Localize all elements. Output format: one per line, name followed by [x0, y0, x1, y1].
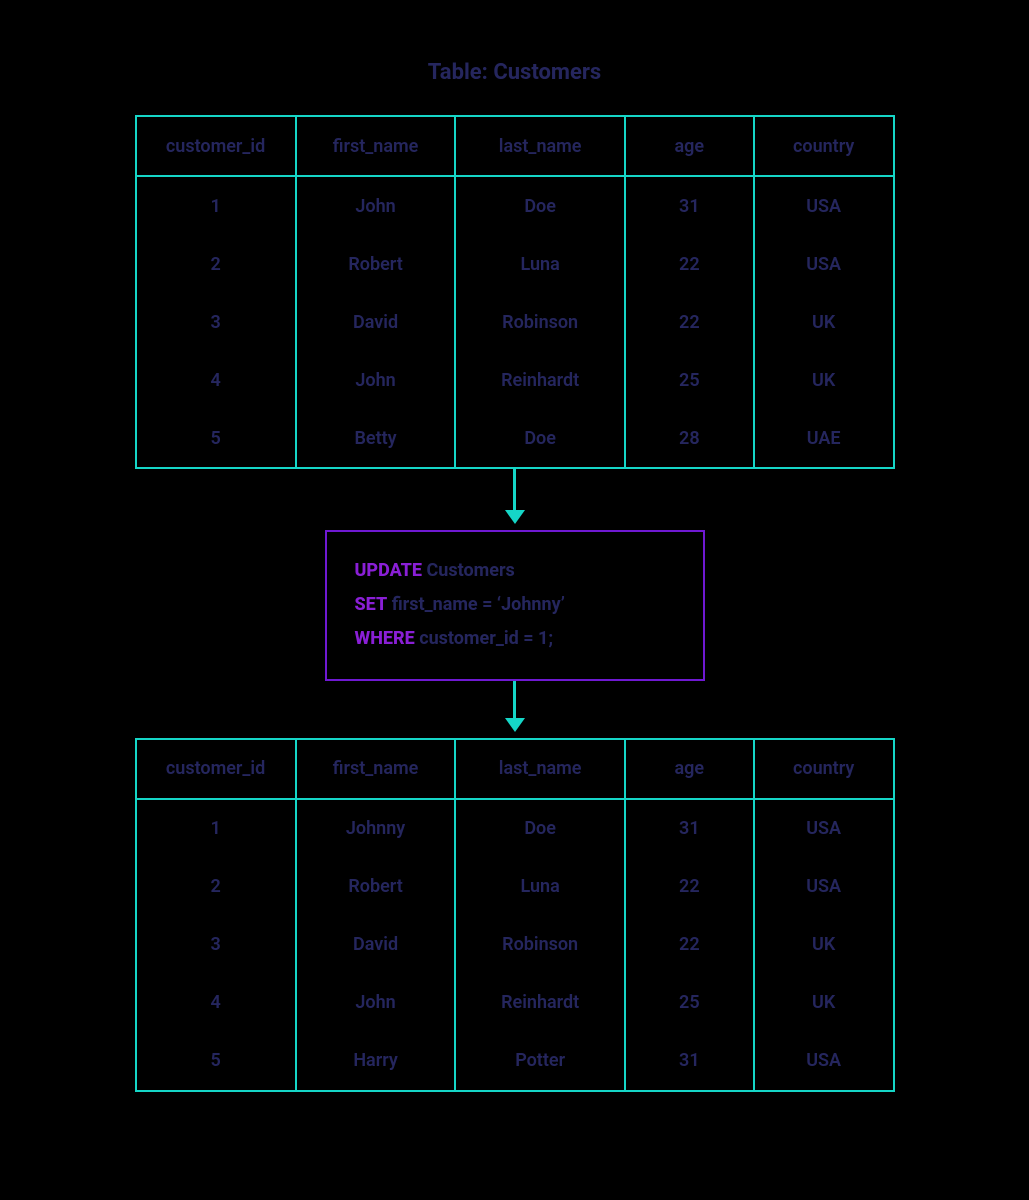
- cell-id: 1: [136, 799, 296, 858]
- sql-table-name: Customers: [427, 560, 515, 581]
- cell-age: 31: [625, 176, 754, 235]
- sql-set-expression: first_name = ‘Johnny’: [392, 594, 565, 615]
- col-country: country: [754, 739, 894, 799]
- cell-ln: Luna: [455, 235, 624, 293]
- cell-age: 22: [625, 235, 754, 293]
- arrow-down-icon: [505, 469, 525, 530]
- cell-ctry: UK: [754, 293, 894, 351]
- table-header-row: customer_id first_name last_name age cou…: [136, 116, 894, 176]
- cell-ln: Doe: [455, 176, 624, 235]
- col-customer-id: customer_id: [136, 116, 296, 176]
- arrow-down-icon: [505, 681, 525, 738]
- cell-ctry: UK: [754, 916, 894, 974]
- table-row: 1 Johnny Doe 31 USA: [136, 799, 894, 858]
- cell-ctry: USA: [754, 799, 894, 858]
- col-age: age: [625, 739, 754, 799]
- table-row: 4 John Reinhardt 25 UK: [136, 351, 894, 409]
- cell-fn: Harry: [296, 1032, 456, 1091]
- cell-ln: Robinson: [455, 293, 624, 351]
- col-last-name: last_name: [455, 739, 624, 799]
- col-first-name: first_name: [296, 739, 456, 799]
- cell-ctry: USA: [754, 858, 894, 916]
- table-row: 2 Robert Luna 22 USA: [136, 858, 894, 916]
- col-country: country: [754, 116, 894, 176]
- cell-age: 31: [625, 799, 754, 858]
- table-row: 4 John Reinhardt 25 UK: [136, 974, 894, 1032]
- cell-ln: Doe: [455, 409, 624, 468]
- cell-ctry: UK: [754, 351, 894, 409]
- cell-ln: Doe: [455, 799, 624, 858]
- table-header-row: customer_id first_name last_name age cou…: [136, 739, 894, 799]
- cell-age: 22: [625, 916, 754, 974]
- customers-table-after: customer_id first_name last_name age cou…: [135, 738, 895, 1092]
- cell-ctry: UAE: [754, 409, 894, 468]
- cell-fn: Johnny: [296, 799, 456, 858]
- table-title: Table: Customers: [428, 60, 601, 85]
- cell-fn: Robert: [296, 235, 456, 293]
- cell-id: 5: [136, 1032, 296, 1091]
- table-row: 2 Robert Luna 22 USA: [136, 235, 894, 293]
- col-first-name: first_name: [296, 116, 456, 176]
- sql-keyword-where: WHERE: [355, 628, 415, 649]
- col-customer-id: customer_id: [136, 739, 296, 799]
- table-row: 5 Betty Doe 28 UAE: [136, 409, 894, 468]
- cell-fn: David: [296, 293, 456, 351]
- cell-ln: Robinson: [455, 916, 624, 974]
- cell-id: 3: [136, 293, 296, 351]
- sql-keyword-update: UPDATE: [355, 560, 423, 581]
- cell-ctry: USA: [754, 235, 894, 293]
- cell-fn: Betty: [296, 409, 456, 468]
- table-row: 5 Harry Potter 31 USA: [136, 1032, 894, 1091]
- cell-age: 28: [625, 409, 754, 468]
- cell-id: 2: [136, 235, 296, 293]
- table-row: 3 David Robinson 22 UK: [136, 293, 894, 351]
- sql-update-box: UPDATE Customers SET first_name = ‘Johnn…: [325, 530, 705, 681]
- cell-fn: John: [296, 176, 456, 235]
- cell-id: 5: [136, 409, 296, 468]
- customers-table-before: customer_id first_name last_name age cou…: [135, 115, 895, 469]
- cell-ln: Reinhardt: [455, 351, 624, 409]
- cell-id: 4: [136, 974, 296, 1032]
- col-age: age: [625, 116, 754, 176]
- cell-age: 31: [625, 1032, 754, 1091]
- cell-fn: John: [296, 974, 456, 1032]
- sql-where-expression: customer_id = 1;: [419, 628, 553, 649]
- col-last-name: last_name: [455, 116, 624, 176]
- cell-age: 25: [625, 351, 754, 409]
- sql-keyword-set: SET: [355, 594, 388, 615]
- cell-age: 22: [625, 858, 754, 916]
- cell-ln: Luna: [455, 858, 624, 916]
- cell-id: 2: [136, 858, 296, 916]
- cell-ctry: USA: [754, 1032, 894, 1091]
- cell-age: 22: [625, 293, 754, 351]
- cell-fn: John: [296, 351, 456, 409]
- cell-ln: Potter: [455, 1032, 624, 1091]
- cell-age: 25: [625, 974, 754, 1032]
- cell-ctry: USA: [754, 176, 894, 235]
- table-row: 1 John Doe 31 USA: [136, 176, 894, 235]
- cell-ln: Reinhardt: [455, 974, 624, 1032]
- cell-id: 4: [136, 351, 296, 409]
- table-row: 3 David Robinson 22 UK: [136, 916, 894, 974]
- cell-fn: Robert: [296, 858, 456, 916]
- cell-id: 3: [136, 916, 296, 974]
- cell-ctry: UK: [754, 974, 894, 1032]
- cell-fn: David: [296, 916, 456, 974]
- cell-id: 1: [136, 176, 296, 235]
